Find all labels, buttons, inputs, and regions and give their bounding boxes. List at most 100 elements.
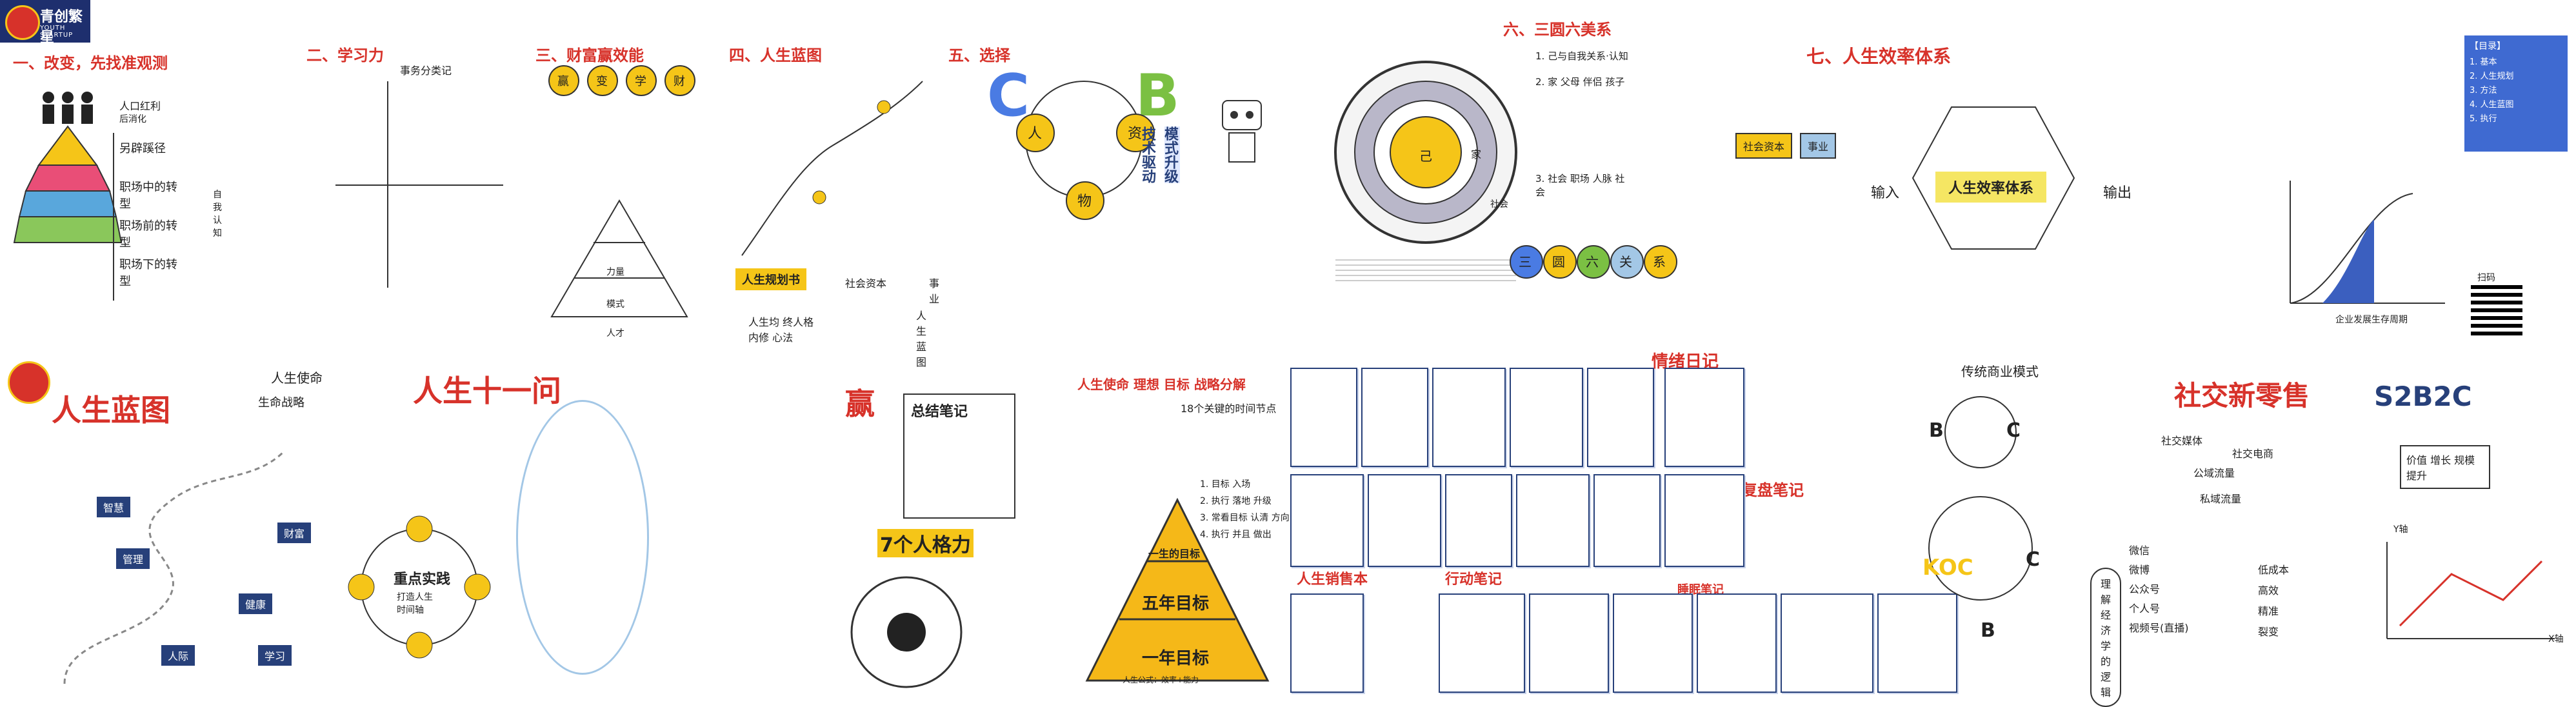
section-social-retail: 社交新零售 S2B2C 社交媒体 社交电商 公域流量 私域流量 价值 增长 规模… [2103, 348, 2576, 697]
documents-bottom-left: 人生销售本 [1297, 572, 1368, 588]
info-line: 5. 执行 [2470, 114, 2497, 124]
document-sheet[interactable] [1613, 593, 1693, 693]
efficiency-io: 输入 [1871, 185, 1900, 201]
wealth-circle-label: 财 [674, 75, 685, 88]
advantage-item: 高效 [2258, 584, 2279, 597]
platform-list: 微信 微博 公众号 个人号 视频号(直播) [2129, 542, 2189, 635]
social-retail-chip: 社交媒体 [2161, 435, 2203, 447]
goals-step: 3. 常看目标 认清 方向 [1200, 513, 1290, 523]
ring-label: 社会 [1490, 199, 1508, 210]
section-wealth-title: 三、财富赢效能 [535, 46, 644, 65]
eleven-questions-title: 人生十一问 [413, 373, 561, 408]
robot-icon [1222, 100, 1262, 163]
change-item: 职场前的转型 [119, 219, 177, 250]
blueprint-label: 社会资本 [845, 277, 887, 290]
document-sheet[interactable] [1593, 474, 1661, 567]
document-sheet[interactable] [1781, 593, 1873, 693]
section-life-blueprint: 人生蓝图 人生使命 生命战略 智慧 管理 财富 健康 人际 学习 [0, 348, 323, 697]
chip-label: 三 [1519, 254, 1532, 270]
chip-row: 三 圆 六 关 系 [1510, 245, 1690, 284]
life-note: 生命战略 [258, 396, 305, 410]
three-circles-caption [1335, 255, 1516, 285]
blueprint-note: 人生均 终人格 内修 心法 [748, 316, 814, 344]
change-item: 职场下的转型 [119, 258, 177, 288]
section-info: 企业发展生存周期 【目录】 1. 基本 2. 人生规划 3. 方法 4. 人生蓝… [2168, 26, 2576, 348]
summary-box: 总结笔记 [903, 393, 1015, 519]
choice-node-label: 人 [1028, 126, 1043, 142]
efficiency-io: 输出 [2103, 185, 2132, 201]
section-wealth: 三、财富赢效能 赢 变 学 财 力量 模式 人才 [529, 43, 710, 346]
section-three-circles: 己 家 社会 六、三圆六美系 1. 己与自我关系·认知 2. 家 父母 伴侣 孩… [1323, 21, 1645, 346]
growth-chart-label: 企业发展生存周期 [2335, 315, 2408, 325]
signpost: 学习 [258, 645, 292, 666]
documents-bottom-mid: 行动笔记 [1445, 572, 1503, 588]
life-blueprint-title: 人生蓝图 [52, 393, 170, 428]
section-learning: 二、学习力 事务分类记 [297, 43, 510, 346]
axis-chart [2386, 542, 2555, 639]
chip-label: 关 [1619, 254, 1632, 270]
value-box: 价值 增长 规模 提升 [2400, 445, 2490, 489]
choice-node-label: 物 [1077, 194, 1092, 210]
social-retail-chip: 公域流量 [2193, 467, 2235, 479]
qr-code-icon[interactable] [2471, 284, 2522, 335]
document-sheet[interactable] [1529, 593, 1609, 693]
document-sheet[interactable] [1516, 474, 1590, 567]
timeline-line [113, 133, 114, 301]
layer-pyramid-icon [13, 125, 123, 243]
document-sheet[interactable] [1290, 474, 1364, 567]
advantage-list: 低成本 高效 精准 裂变 [2258, 561, 2289, 639]
section-three-circles-title: 六、三圆六美系 [1503, 21, 1612, 39]
document-sheet[interactable] [1697, 593, 1777, 693]
chip-label: 系 [1653, 254, 1666, 270]
section-efficiency: 七、人生效率体系 社会资本 事业 人生效率体系 输入 输出 [1677, 43, 2168, 346]
section-efficiency-title: 七、人生效率体系 [1806, 46, 1952, 67]
document-sheet[interactable] [1439, 593, 1525, 693]
goals-step: 1. 目标 入场 [1200, 479, 1251, 490]
logo-subtitle: YOUTH STARTUP [40, 25, 74, 39]
wealth-circle-label: 变 [596, 75, 608, 88]
platform-item: 个人号 [2129, 602, 2161, 615]
axis-label: Y轴 [2393, 524, 2408, 535]
section-eleven-questions: 人生十一问 重点实践 打造人生 时间轴 [323, 348, 658, 697]
info-line: 2. 人生规划 [2470, 72, 2514, 81]
document-sheet[interactable] [1361, 368, 1428, 467]
practice-center: 重点实践 [394, 572, 451, 588]
document-sheet[interactable] [1664, 474, 1744, 567]
document-sheet[interactable] [1290, 368, 1357, 467]
section-change: 一、改变，先找准观测 人口红利 后消化 另辟蹊径 职场中的转型 职场前的转型 职… [0, 43, 222, 346]
qr-label: 扫码 [2477, 273, 2495, 283]
social-retail-title: 社交新零售 [2174, 380, 2310, 412]
brand-logo: 青创繁星 YOUTH STARTUP [0, 0, 90, 46]
signpost: 人际 [161, 645, 195, 666]
gear-circle-icon [850, 576, 963, 688]
section-change-title: 一、改变，先找准观测 [13, 54, 168, 72]
document-sheet[interactable] [1432, 368, 1506, 467]
change-item: 自我认知 [213, 190, 222, 239]
ring-label: 家 [1471, 148, 1482, 161]
document-sheet[interactable] [1368, 474, 1441, 567]
platform-item: 视频号(直播) [2129, 622, 2189, 634]
document-sheet[interactable] [1290, 593, 1364, 693]
info-box: 【目录】 1. 基本 2. 人生规划 3. 方法 4. 人生蓝图 5. 执行 [2464, 35, 2568, 152]
wealth-pyramid-label: 模式 [606, 299, 624, 310]
blueprint-curve [741, 81, 923, 256]
business-letter: C [2026, 548, 2041, 571]
efficiency-center: 人生效率体系 [1935, 172, 2047, 203]
documents-subtitle: 复盘笔记 [1742, 481, 1804, 499]
document-sheet[interactable] [1510, 368, 1583, 467]
personality-title: 7个人格力 [877, 529, 973, 557]
document-sheet[interactable] [1445, 474, 1512, 567]
quadrant-horizontal [335, 184, 503, 186]
document-sheet[interactable] [1587, 368, 1654, 467]
advantage-item: 精准 [2258, 605, 2279, 617]
win-title: 赢 [845, 386, 875, 421]
social-retail-chip: 社交电商 [2232, 448, 2274, 460]
life-note: 人生使命 [271, 370, 323, 386]
goals-title: 人生使命 理想 目标 战略分解 [1077, 377, 1246, 392]
platform-item: 公众号 [2129, 583, 2161, 595]
ring-label: 己 [1419, 148, 1432, 164]
section-learning-title: 二、学习力 [306, 46, 384, 65]
business-letter: B [1981, 619, 1995, 642]
info-line: 1. 基本 [2470, 57, 2497, 67]
document-sheet[interactable] [1664, 368, 1744, 467]
